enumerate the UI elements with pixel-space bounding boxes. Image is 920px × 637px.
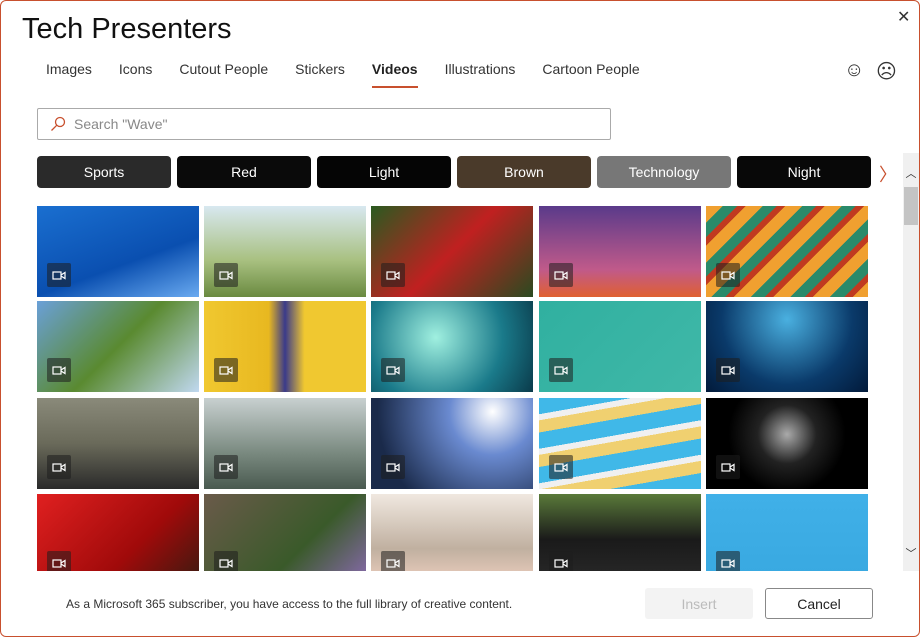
video-camera-icon	[47, 358, 71, 382]
video-camera-icon	[214, 263, 238, 287]
video-thumbnail[interactable]	[37, 301, 199, 392]
tab-bar: Images Icons Cutout People Stickers Videos Il…	[46, 61, 667, 88]
chip-sports[interactable]: Sports	[37, 156, 171, 188]
video-thumbnail[interactable]	[371, 398, 533, 489]
video-camera-icon	[716, 358, 740, 382]
close-icon[interactable]: ✕	[897, 7, 910, 27]
video-camera-icon	[716, 551, 740, 571]
video-thumbnail[interactable]	[706, 301, 868, 392]
video-thumbnail[interactable]	[37, 494, 199, 571]
video-camera-icon	[381, 455, 405, 479]
dialog-title: Tech Presenters	[22, 13, 232, 45]
subscriber-note: As a Microsoft 365 subscriber, you have …	[66, 597, 513, 611]
video-camera-icon	[716, 455, 740, 479]
video-camera-icon	[214, 551, 238, 571]
chip-technology[interactable]: Technology	[597, 156, 731, 188]
video-camera-icon	[47, 455, 71, 479]
tab-cutout-people[interactable]: Cutout People	[179, 61, 268, 88]
cancel-button[interactable]: Cancel	[765, 588, 873, 619]
dialog: Tech Presenters ✕ Images Icons Cutout Peop…	[0, 0, 920, 637]
video-camera-icon	[47, 263, 71, 287]
video-thumbnail[interactable]	[37, 398, 199, 489]
video-camera-icon	[214, 358, 238, 382]
video-camera-icon	[549, 358, 573, 382]
video-thumbnail[interactable]	[539, 398, 701, 489]
video-camera-icon	[47, 551, 71, 571]
video-thumbnail[interactable]	[204, 206, 366, 297]
chevron-up-icon[interactable]: ︿	[903, 165, 919, 181]
search-icon	[51, 116, 66, 131]
search-input[interactable]	[74, 116, 610, 132]
video-camera-icon	[381, 551, 405, 571]
video-camera-icon	[214, 455, 238, 479]
video-thumbnail[interactable]	[371, 301, 533, 392]
video-thumbnail[interactable]	[371, 206, 533, 297]
tab-icons[interactable]: Icons	[119, 61, 152, 88]
video-thumbnail[interactable]	[204, 494, 366, 571]
video-thumbnail[interactable]	[204, 301, 366, 392]
video-thumbnail[interactable]	[706, 398, 868, 489]
video-thumbnail[interactable]	[371, 494, 533, 571]
search-box	[37, 108, 611, 140]
smile-feedback-icon[interactable]: ☺	[844, 59, 864, 82]
category-chips: Sports Red Light Brown Technology Night	[37, 156, 871, 188]
insert-button[interactable]: Insert	[645, 588, 753, 619]
chip-red[interactable]: Red	[177, 156, 311, 188]
video-grid	[37, 206, 869, 571]
video-camera-icon	[716, 263, 740, 287]
frown-feedback-icon[interactable]: ☹	[876, 59, 897, 84]
video-camera-icon	[549, 455, 573, 479]
video-camera-icon	[549, 551, 573, 571]
tab-cartoon-people[interactable]: Cartoon People	[542, 61, 639, 88]
tab-illustrations[interactable]: Illustrations	[445, 61, 516, 88]
video-camera-icon	[549, 263, 573, 287]
tab-videos[interactable]: Videos	[371, 61, 418, 88]
video-camera-icon	[381, 263, 405, 287]
chevron-right-icon[interactable]: 〉	[879, 161, 897, 187]
chip-night[interactable]: Night	[737, 156, 871, 188]
video-thumbnail[interactable]	[539, 206, 701, 297]
chevron-down-icon[interactable]: ﹀	[903, 545, 919, 561]
scrollbar-thumb[interactable]	[904, 187, 918, 225]
tab-stickers[interactable]: Stickers	[295, 61, 345, 88]
video-camera-icon	[381, 358, 405, 382]
video-thumbnail[interactable]	[706, 206, 868, 297]
video-thumbnail[interactable]	[204, 398, 366, 489]
video-thumbnail[interactable]	[539, 494, 701, 571]
video-thumbnail[interactable]	[37, 206, 199, 297]
video-thumbnail[interactable]	[539, 301, 701, 392]
video-thumbnail[interactable]	[706, 494, 868, 571]
scrollbar[interactable]: ︿ ﹀	[903, 153, 919, 571]
chip-brown[interactable]: Brown	[457, 156, 591, 188]
chip-light[interactable]: Light	[317, 156, 451, 188]
tab-images[interactable]: Images	[46, 61, 92, 88]
